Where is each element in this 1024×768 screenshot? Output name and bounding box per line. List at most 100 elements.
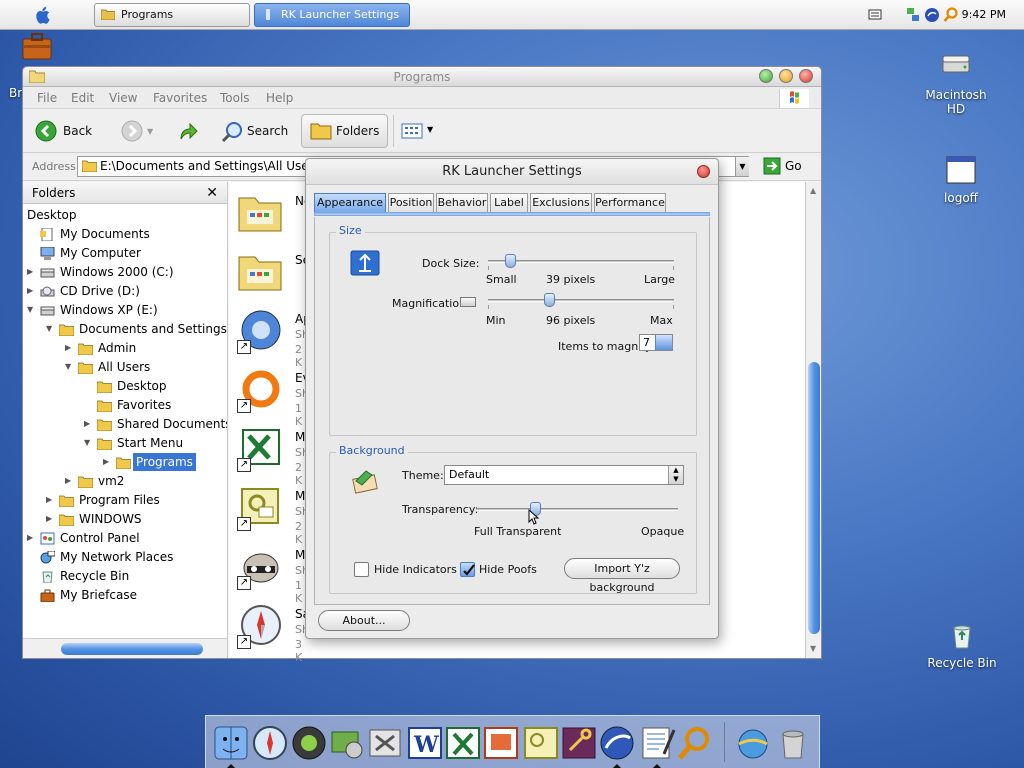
publisher-icon[interactable] [522, 724, 560, 762]
file-item[interactable]: ↗ApSho2 K [237, 304, 316, 369]
search-button[interactable]: Search [221, 115, 288, 147]
folder-icon [82, 160, 97, 172]
itunes-icon[interactable] [290, 724, 328, 762]
magnification-toggle[interactable] [460, 297, 476, 307]
trash-icon[interactable] [774, 724, 812, 762]
file-item[interactable]: ↗EveSho1 K [237, 363, 317, 428]
address-dropdown-icon[interactable]: ▼ [735, 157, 749, 176]
disclosure-down-icon[interactable]: ▼ [65, 358, 75, 376]
up-folder-icon[interactable] [177, 119, 199, 143]
stepper-button[interactable] [655, 335, 672, 350]
appearance-panel: Size Dock Size: Small 39 pixels Large Ma… [314, 217, 710, 605]
magnification-slider-thumb[interactable] [544, 293, 556, 307]
tab-label[interactable]: Label [490, 193, 528, 212]
finder-icon[interactable] [212, 724, 250, 762]
tab-behavior[interactable]: Behavior [436, 193, 488, 212]
tab-exclusions[interactable]: Exclusions [530, 193, 592, 212]
menu-file[interactable]: File [37, 91, 57, 105]
items-to-magnify-stepper[interactable]: 7 [639, 334, 673, 351]
forward-dropdown-icon[interactable]: ▼ [147, 127, 153, 136]
views-icon[interactable] [401, 123, 423, 139]
safari-icon[interactable] [251, 724, 289, 762]
excel-icon[interactable] [444, 724, 482, 762]
folder-icon [96, 418, 113, 432]
dock-size-slider-thumb[interactable] [505, 254, 517, 268]
scroll-up-icon[interactable]: ▲ [810, 186, 816, 195]
import-background-button[interactable]: Import Y'z background [564, 558, 680, 594]
hide-indicators-checkbox[interactable] [354, 562, 369, 577]
transparency-track[interactable] [476, 508, 678, 511]
file-item[interactable]: ↗MicSho2 K [237, 422, 316, 487]
vertical-scrollbar[interactable]: ▲ ▼ [805, 182, 821, 658]
disclosure-down-icon[interactable]: ▼ [84, 434, 94, 452]
recycle-bin-icon [40, 570, 55, 584]
tab-appearance[interactable]: Appearance [314, 193, 386, 212]
messenger-icon[interactable] [924, 7, 940, 23]
desktop-macintosh-hd[interactable]: Macintosh HD [922, 52, 990, 116]
menu-tools[interactable]: Tools [220, 91, 250, 105]
file-item[interactable]: ↗MySho1 K [237, 540, 316, 605]
disclosure-right-icon[interactable]: ▶ [65, 339, 75, 357]
go-button[interactable]: Go [763, 157, 802, 175]
tab-position[interactable]: Position [388, 193, 434, 212]
disclosure-down-icon[interactable]: ▼ [46, 320, 56, 338]
file-item[interactable]: ↗SafSho3 K [237, 599, 316, 664]
close-button[interactable] [799, 69, 813, 83]
disclosure-down-icon[interactable]: ▼ [27, 301, 37, 319]
disclosure-right-icon[interactable]: ▶ [84, 415, 94, 433]
powerpoint-icon[interactable] [482, 724, 520, 762]
task-programs[interactable]: Programs [94, 3, 250, 27]
tools-icon[interactable] [366, 724, 404, 762]
zoom-button[interactable] [759, 69, 773, 83]
disclosure-right-icon[interactable]: ▶ [46, 510, 56, 528]
menu-view[interactable]: View [109, 91, 137, 105]
scroll-thumb[interactable] [808, 362, 820, 634]
iphoto-icon[interactable] [328, 724, 366, 762]
disclosure-right-icon[interactable]: ▶ [65, 472, 75, 490]
word-icon[interactable]: W [406, 724, 444, 762]
menu-help[interactable]: Help [266, 91, 293, 105]
disclosure-right-icon[interactable]: ▶ [46, 491, 56, 509]
views-dropdown-icon[interactable]: ▼ [427, 125, 433, 134]
keyboard-icon[interactable] [868, 7, 882, 21]
file-item[interactable]: ↗MicSho2 K [237, 481, 316, 546]
hide-poofs-checkbox[interactable] [460, 562, 475, 577]
disclosure-right-icon[interactable]: ▶ [27, 263, 37, 281]
desktop-recycle-bin[interactable]: Recycle Bin [926, 620, 998, 670]
disclosure-right-icon[interactable]: ▶ [27, 282, 37, 300]
file-item[interactable]: Sea [237, 245, 317, 300]
file-item[interactable]: Ne [237, 186, 311, 241]
magnification-track[interactable] [488, 299, 674, 302]
go-arrow-icon [763, 157, 781, 175]
search-tray-icon[interactable] [943, 7, 959, 23]
menubar: Programs RK Launcher Settings 9:42 PM [0, 0, 1024, 30]
back-button[interactable]: Back [35, 115, 92, 147]
desktop-briefcase[interactable] [20, 30, 54, 68]
sherlock-icon[interactable] [676, 724, 714, 762]
close-button[interactable] [697, 165, 710, 178]
tab-performance[interactable]: Performance [594, 193, 666, 212]
disclosure-right-icon[interactable]: ▶ [27, 529, 37, 547]
task-rk-launcher[interactable]: RK Launcher Settings [254, 3, 410, 27]
explorer-title-bar[interactable]: Programs [23, 67, 821, 87]
close-folders-pane-icon[interactable]: ✕ [206, 182, 218, 204]
scroll-thumb[interactable] [61, 643, 203, 655]
network-icon[interactable] [734, 724, 772, 762]
textedit-icon[interactable] [638, 724, 676, 762]
apple-menu-icon[interactable] [34, 6, 50, 24]
scroll-down-icon[interactable]: ▼ [810, 644, 816, 653]
minimize-button[interactable] [779, 69, 793, 83]
disclosure-right-icon[interactable]: ▶ [103, 453, 113, 471]
folders-button[interactable]: Folders [301, 114, 389, 148]
forward-arrow-icon[interactable] [121, 120, 143, 142]
menu-favorites[interactable]: Favorites [153, 91, 207, 105]
mail-icon[interactable] [598, 724, 636, 762]
network-tray-icon[interactable] [906, 7, 920, 23]
keychain-icon[interactable] [560, 724, 598, 762]
rk-title-bar[interactable]: RK Launcher Settings [306, 159, 718, 185]
desktop-logoff[interactable]: logoff [928, 155, 994, 205]
menu-edit[interactable]: Edit [71, 91, 94, 105]
about-button[interactable]: About... [318, 610, 410, 631]
theme-select[interactable]: Default ▲ ▼ [444, 465, 684, 485]
horizontal-scrollbar[interactable] [23, 638, 228, 658]
